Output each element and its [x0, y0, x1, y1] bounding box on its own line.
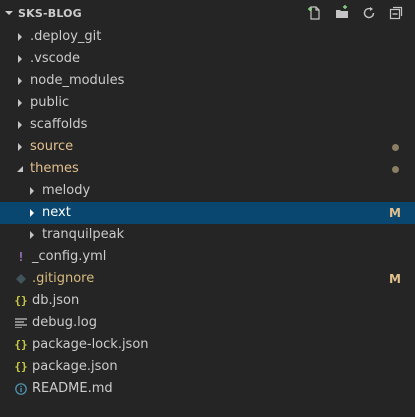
tree-item-debug-log[interactable]: debug.log	[0, 312, 415, 334]
tree-item-label: package.json	[32, 359, 118, 374]
tree-item-themes[interactable]: themes	[0, 158, 415, 180]
explorer-actions	[304, 2, 415, 24]
tree-item-label: node_modules	[30, 73, 125, 88]
tree-item-vscode[interactable]: .vscode	[0, 48, 415, 70]
tree-item-scaffolds[interactable]: scaffolds	[0, 114, 415, 136]
git-status-badge: M	[389, 206, 401, 220]
tree-item-label: scaffolds	[30, 117, 88, 132]
tree-item-label: _config.yml	[32, 249, 107, 264]
tree-item-label: tranquilpeak	[42, 227, 125, 242]
tree-item-next[interactable]: next M	[0, 202, 415, 224]
chevron-right-icon	[26, 180, 38, 202]
explorer-title: SKS-BLOG	[18, 6, 82, 20]
tree-item-node-modules[interactable]: node_modules	[0, 70, 415, 92]
tree-item-melody[interactable]: melody	[0, 180, 415, 202]
tree-item-deploy-git[interactable]: .deploy_git	[0, 26, 415, 48]
chevron-right-icon	[26, 224, 38, 246]
json-icon: {}	[14, 360, 28, 373]
tree-item-gitignore[interactable]: .gitignore M	[0, 268, 415, 290]
tree-item-config-yml[interactable]: ! _config.yml	[0, 246, 415, 268]
json-icon: {}	[14, 294, 28, 307]
tree-item-label: README.md	[32, 381, 113, 396]
tree-item-public[interactable]: public	[0, 92, 415, 114]
chevron-right-icon	[14, 136, 26, 158]
tree-item-tranquilpeak[interactable]: tranquilpeak	[0, 224, 415, 246]
tree-item-label: .gitignore	[32, 271, 95, 286]
tree-item-label: db.json	[32, 293, 80, 308]
modified-dot-icon	[392, 136, 401, 158]
tree-item-label: .deploy_git	[30, 29, 102, 44]
chevron-right-icon	[14, 92, 26, 114]
tree-item-source[interactable]: source	[0, 136, 415, 158]
chevron-right-icon	[14, 48, 26, 70]
chevron-down-icon[interactable]	[2, 8, 16, 18]
tree-item-label: next	[42, 205, 71, 220]
tree-item-label: themes	[30, 161, 79, 176]
log-file-icon	[14, 312, 28, 334]
tree-item-label: melody	[42, 183, 91, 198]
git-status-badge: M	[389, 272, 401, 286]
chevron-right-icon	[14, 114, 26, 136]
tree-item-db-json[interactable]: {} db.json	[0, 290, 415, 312]
chevron-down-icon	[14, 158, 26, 180]
file-tree: .deploy_git .vscode node_modules public …	[0, 26, 415, 400]
new-file-icon[interactable]	[304, 2, 326, 24]
info-icon	[14, 378, 28, 400]
git-icon	[14, 268, 28, 290]
tree-item-readme-md[interactable]: README.md	[0, 378, 415, 400]
tree-item-package-json[interactable]: {} package.json	[0, 356, 415, 378]
tree-item-label: package-lock.json	[32, 337, 149, 352]
collapse-all-icon[interactable]	[385, 2, 407, 24]
tree-item-label: .vscode	[30, 51, 80, 66]
modified-dot-icon	[392, 158, 401, 180]
chevron-right-icon	[14, 26, 26, 48]
tree-item-package-lock-json[interactable]: {} package-lock.json	[0, 334, 415, 356]
tree-item-label: public	[30, 95, 70, 110]
explorer-header[interactable]: SKS-BLOG	[0, 0, 415, 26]
yaml-icon: !	[17, 250, 25, 264]
tree-item-label: debug.log	[32, 315, 97, 330]
chevron-right-icon	[14, 70, 26, 92]
tree-item-label: source	[30, 139, 74, 154]
chevron-right-icon	[26, 202, 38, 224]
refresh-icon[interactable]	[358, 2, 380, 24]
new-folder-icon[interactable]	[331, 2, 353, 24]
file-explorer: SKS-BLOG .deploy_git .vscode node_module…	[0, 0, 415, 417]
json-icon: {}	[14, 338, 28, 351]
